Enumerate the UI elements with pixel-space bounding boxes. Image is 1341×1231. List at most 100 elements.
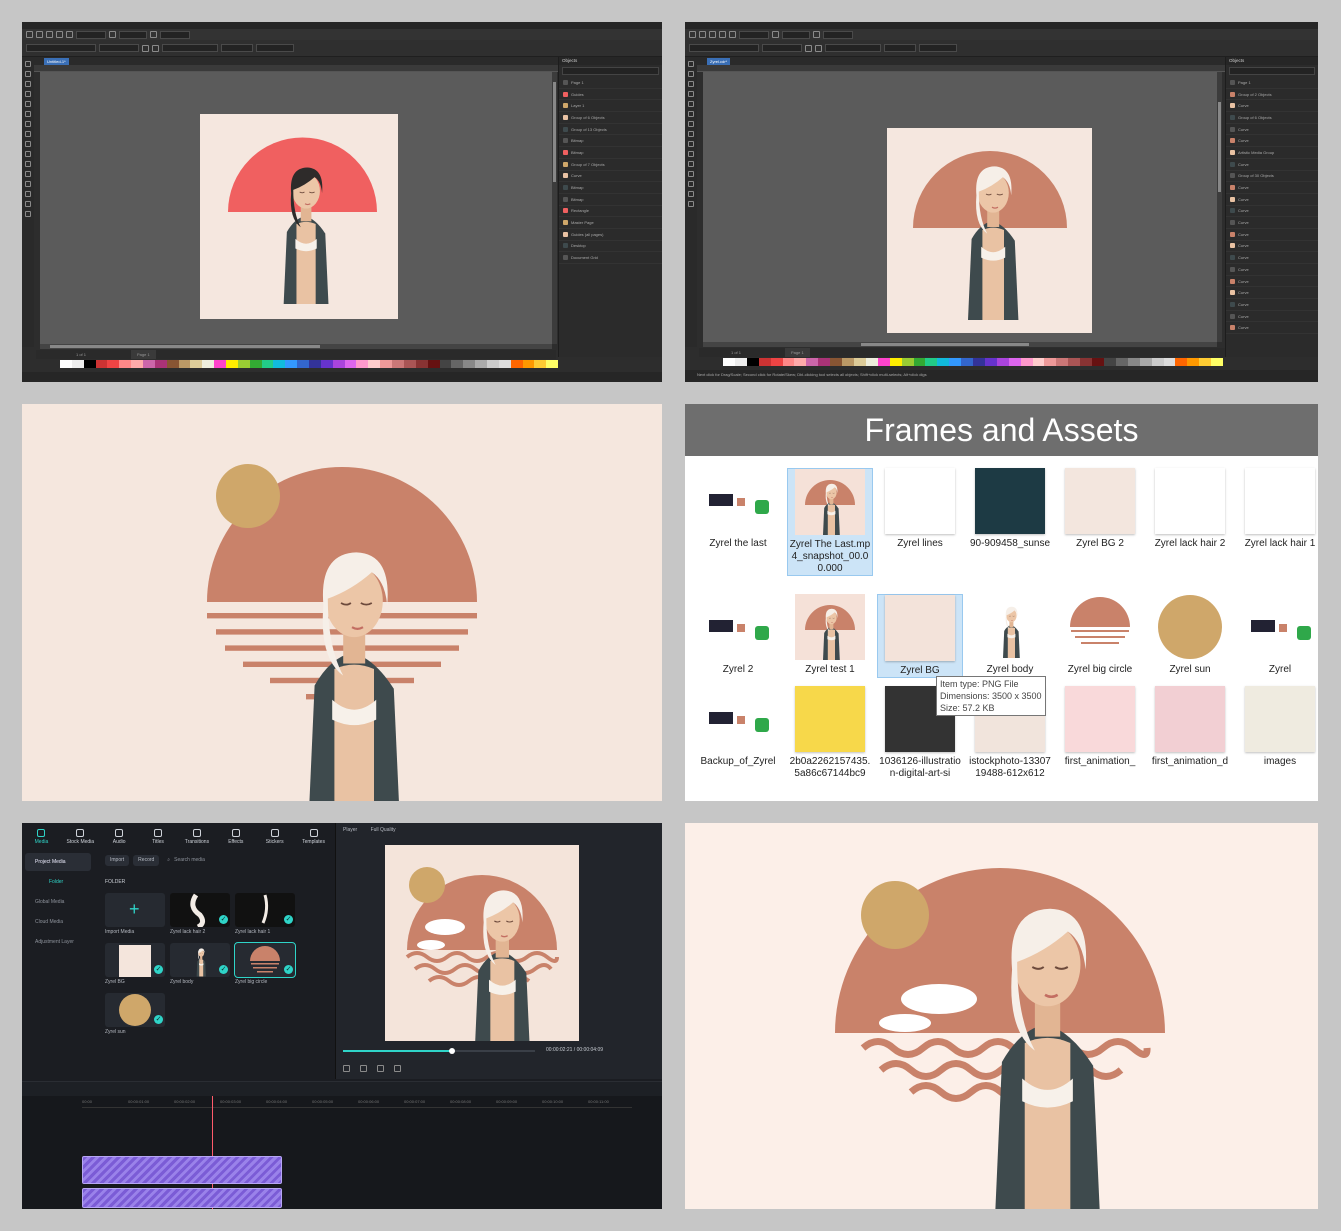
object-row[interactable]: Curve xyxy=(1226,287,1318,300)
ellipse-tool-icon[interactable] xyxy=(25,131,31,137)
snap-to-dropdown[interactable] xyxy=(782,30,810,39)
fill-tool-icon[interactable] xyxy=(688,201,694,207)
sidebar-item[interactable]: Folder xyxy=(25,873,91,891)
object-row[interactable]: Group of 6 Objects xyxy=(559,112,662,124)
ellipse-tool-icon[interactable] xyxy=(688,131,694,137)
objects-search[interactable] xyxy=(1229,67,1315,75)
snap-to-dropdown[interactable] xyxy=(119,30,147,39)
connector-tool-icon[interactable] xyxy=(25,161,31,167)
file-item[interactable]: first_animation_ xyxy=(1057,686,1143,768)
file-item[interactable]: first_animation_d xyxy=(1147,686,1233,768)
object-row[interactable]: Master Page xyxy=(559,217,662,229)
file-item[interactable]: Zyrel lack hair 1 xyxy=(1237,468,1318,550)
print-icon[interactable] xyxy=(719,31,726,38)
media-tile[interactable]: ✓ Zyrel sun xyxy=(105,993,165,1035)
file-item[interactable]: Zyrel xyxy=(1237,594,1318,676)
undo-icon[interactable] xyxy=(729,31,736,38)
object-row[interactable]: Curve xyxy=(1226,217,1318,229)
menu-bar[interactable] xyxy=(22,22,662,29)
file-item[interactable]: Zyrel body xyxy=(967,594,1053,676)
file-item[interactable]: Zyrel big circle xyxy=(1057,594,1143,676)
object-row[interactable]: Group of 7 Objects xyxy=(559,159,662,171)
new-icon[interactable] xyxy=(26,31,33,38)
nav-transitions[interactable]: Transitions xyxy=(178,823,217,851)
pick-tool-icon[interactable] xyxy=(25,61,31,67)
object-row[interactable]: Page 1 xyxy=(1226,77,1318,89)
sidebar-item[interactable]: Adjustment Layer xyxy=(25,933,91,951)
connector-tool-icon[interactable] xyxy=(688,161,694,167)
text-tool-icon[interactable] xyxy=(25,151,31,157)
page-dimensions-field[interactable] xyxy=(762,44,802,52)
file-item[interactable]: Backup_of_Zyrel xyxy=(695,686,781,768)
transparency-tool-icon[interactable] xyxy=(25,181,31,187)
portrait-icon[interactable] xyxy=(142,44,149,52)
color-palette[interactable] xyxy=(723,358,1224,366)
object-row[interactable]: Curve xyxy=(1226,124,1318,136)
prev-frame-icon[interactable] xyxy=(343,1065,350,1072)
crop-tool-icon[interactable] xyxy=(25,81,31,87)
fullscreen-icon[interactable] xyxy=(772,31,779,38)
media-tile[interactable]: ✓ Zyrel BG xyxy=(105,943,165,985)
object-row[interactable]: Curve xyxy=(1226,241,1318,253)
gear-icon[interactable] xyxy=(813,31,820,38)
import-button[interactable]: Import xyxy=(105,854,130,866)
media-tile[interactable]: ✓ Zyrel lack hair 2 xyxy=(170,893,230,935)
open-icon[interactable] xyxy=(36,31,43,38)
zoom-tool-icon[interactable] xyxy=(688,91,694,97)
vertical-scrollbar[interactable] xyxy=(552,72,557,344)
page-tab[interactable]: Page 1 xyxy=(131,350,156,359)
nudge-field[interactable] xyxy=(221,44,253,52)
nav-effects[interactable]: Effects xyxy=(216,823,255,851)
video-clip[interactable] xyxy=(82,1156,282,1184)
smart-fill-tool-icon[interactable] xyxy=(25,211,31,217)
rectangle-tool-icon[interactable] xyxy=(25,121,31,127)
video-clip-2[interactable] xyxy=(82,1188,282,1208)
nav-media[interactable]: Media xyxy=(22,823,61,851)
object-row[interactable]: Curve xyxy=(1226,322,1318,335)
object-row[interactable]: Group of 30 Objects xyxy=(1226,171,1318,183)
open-icon[interactable] xyxy=(699,31,706,38)
freehand-tool-icon[interactable] xyxy=(25,101,31,107)
object-row[interactable]: Bitmap xyxy=(559,135,662,148)
object-row[interactable]: Group of 13 Objects xyxy=(559,124,662,136)
object-row[interactable]: Curve xyxy=(1226,135,1318,148)
page-dimensions-field[interactable] xyxy=(99,44,139,52)
file-item[interactable]: Zyrel sun xyxy=(1147,594,1233,676)
horizontal-scrollbar[interactable] xyxy=(40,344,552,349)
drawing-canvas[interactable] xyxy=(40,72,552,344)
page-tab[interactable]: Page 1 xyxy=(785,348,810,357)
nav-audio[interactable]: Audio xyxy=(100,823,139,851)
eyedropper-tool-icon[interactable] xyxy=(688,191,694,197)
object-row[interactable]: Curve xyxy=(1226,159,1318,171)
object-row[interactable]: Bitmap xyxy=(559,194,662,206)
drawing-canvas[interactable] xyxy=(703,72,1217,342)
file-item[interactable]: Zyrel lines xyxy=(877,468,963,550)
save-icon[interactable] xyxy=(709,31,716,38)
units-dropdown[interactable] xyxy=(162,44,218,52)
object-row[interactable]: Curve xyxy=(1226,206,1318,218)
object-row[interactable]: Group of 6 Objects xyxy=(1226,112,1318,124)
text-tool-icon[interactable] xyxy=(688,151,694,157)
freehand-tool-icon[interactable] xyxy=(688,101,694,107)
objects-search[interactable] xyxy=(562,67,659,75)
object-row[interactable]: Curve xyxy=(1226,311,1318,323)
pick-tool-icon[interactable] xyxy=(688,61,694,67)
shape-tool-icon[interactable] xyxy=(25,71,31,77)
object-row[interactable]: Bitmap xyxy=(559,182,662,194)
rectangle-tool-icon[interactable] xyxy=(688,121,694,127)
portrait-icon[interactable] xyxy=(805,44,812,52)
fullscreen-icon[interactable] xyxy=(109,31,116,38)
zoom-field[interactable] xyxy=(76,30,106,39)
shadow-tool-icon[interactable] xyxy=(25,171,31,177)
file-item[interactable]: Zyrel BG 2 xyxy=(1057,468,1143,550)
eyedropper-tool-icon[interactable] xyxy=(25,191,31,197)
horizontal-scrollbar[interactable] xyxy=(703,342,1217,347)
object-row[interactable]: Curve xyxy=(1226,229,1318,241)
file-item[interactable]: Zyrel BG xyxy=(877,594,963,678)
undo-icon[interactable] xyxy=(66,31,73,38)
zoom-field[interactable] xyxy=(739,30,769,39)
object-row[interactable]: Artistic Media Group xyxy=(1226,147,1318,159)
media-tile[interactable]: ✓ Zyrel big circle xyxy=(234,942,296,985)
document-tab[interactable]: Zyrel.cdr* xyxy=(707,58,731,65)
object-row[interactable]: Curve xyxy=(559,171,662,183)
